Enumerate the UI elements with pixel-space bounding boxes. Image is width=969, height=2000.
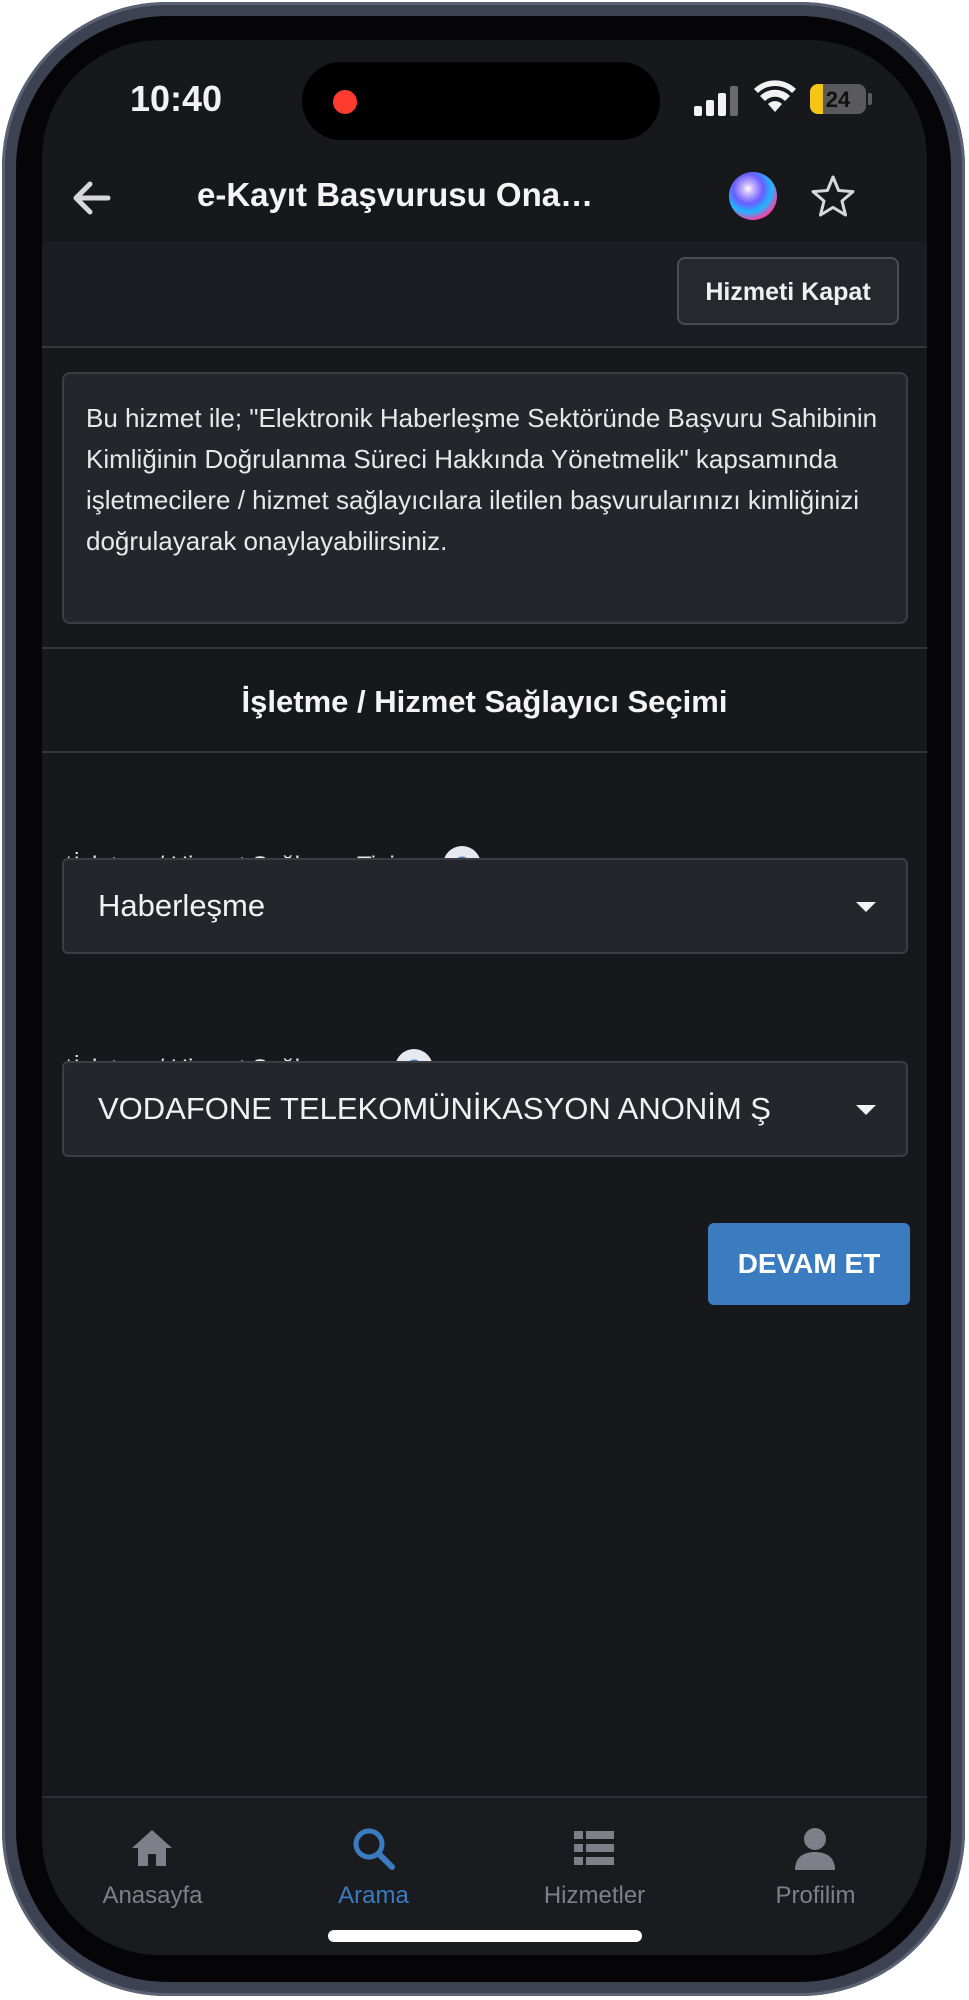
service-toolbar: Hizmeti Kapat <box>42 242 927 348</box>
divider <box>42 751 927 753</box>
tab-label: Profilim <box>775 1882 856 1909</box>
page-title: e-Kayıt Başvurusu Onay İşl... <box>197 176 597 213</box>
home-indicator[interactable] <box>328 1930 642 1942</box>
arrow-left-icon[interactable] <box>64 170 120 226</box>
star-outline-icon[interactable] <box>810 174 856 220</box>
list-icon <box>574 1831 614 1865</box>
siri-icon[interactable] <box>729 172 777 220</box>
battery-level: 24 <box>825 87 851 112</box>
tab-services[interactable]: Hizmetler <box>484 1798 705 1918</box>
tab-label: Arama <box>338 1882 409 1909</box>
search-icon <box>353 1828 395 1870</box>
divider <box>42 647 927 649</box>
recording-indicator-icon <box>333 90 357 114</box>
provider-select[interactable]: VODAFONE TELEKOMÜNİKASYON ANONİM Ş <box>62 1061 908 1157</box>
tab-home[interactable]: Anasayfa <box>42 1798 263 1918</box>
provider-type-value: Haberleşme <box>98 888 266 923</box>
cellular-signal-icon <box>694 86 738 116</box>
section-title: İşletme / Hizmet Sağlayıcı Seçimi <box>241 684 728 719</box>
close-service-button[interactable]: Hizmeti Kapat <box>677 257 899 325</box>
provider-value: VODAFONE TELEKOMÜNİKASYON ANONİM Ş <box>98 1091 771 1126</box>
tab-search[interactable]: Arama <box>263 1798 484 1918</box>
chevron-down-icon <box>856 902 876 912</box>
nav-header: e-Kayıt Başvurusu Onay İşl... <box>42 150 927 242</box>
chevron-down-icon <box>856 1105 876 1115</box>
tab-label: Anasayfa <box>102 1882 203 1909</box>
provider-type-select[interactable]: Haberleşme <box>62 858 908 954</box>
user-icon <box>795 1828 835 1870</box>
app-screen: 10:40 24 e-Kayıt Başvurusu Onay İşl... H… <box>42 40 927 1955</box>
status-time: 10:40 <box>130 78 223 119</box>
home-icon <box>132 1830 172 1866</box>
tab-profile[interactable]: Profilim <box>705 1798 926 1918</box>
continue-button[interactable]: DEVAM ET <box>708 1223 910 1305</box>
battery-icon: 24 <box>810 84 866 114</box>
tab-label: Hizmetler <box>543 1882 646 1909</box>
service-description: Bu hizmet ile; "Elektronik Haberleşme Se… <box>62 372 908 624</box>
wifi-icon <box>754 80 796 112</box>
dynamic-island <box>302 62 660 140</box>
battery-tip <box>868 93 872 105</box>
